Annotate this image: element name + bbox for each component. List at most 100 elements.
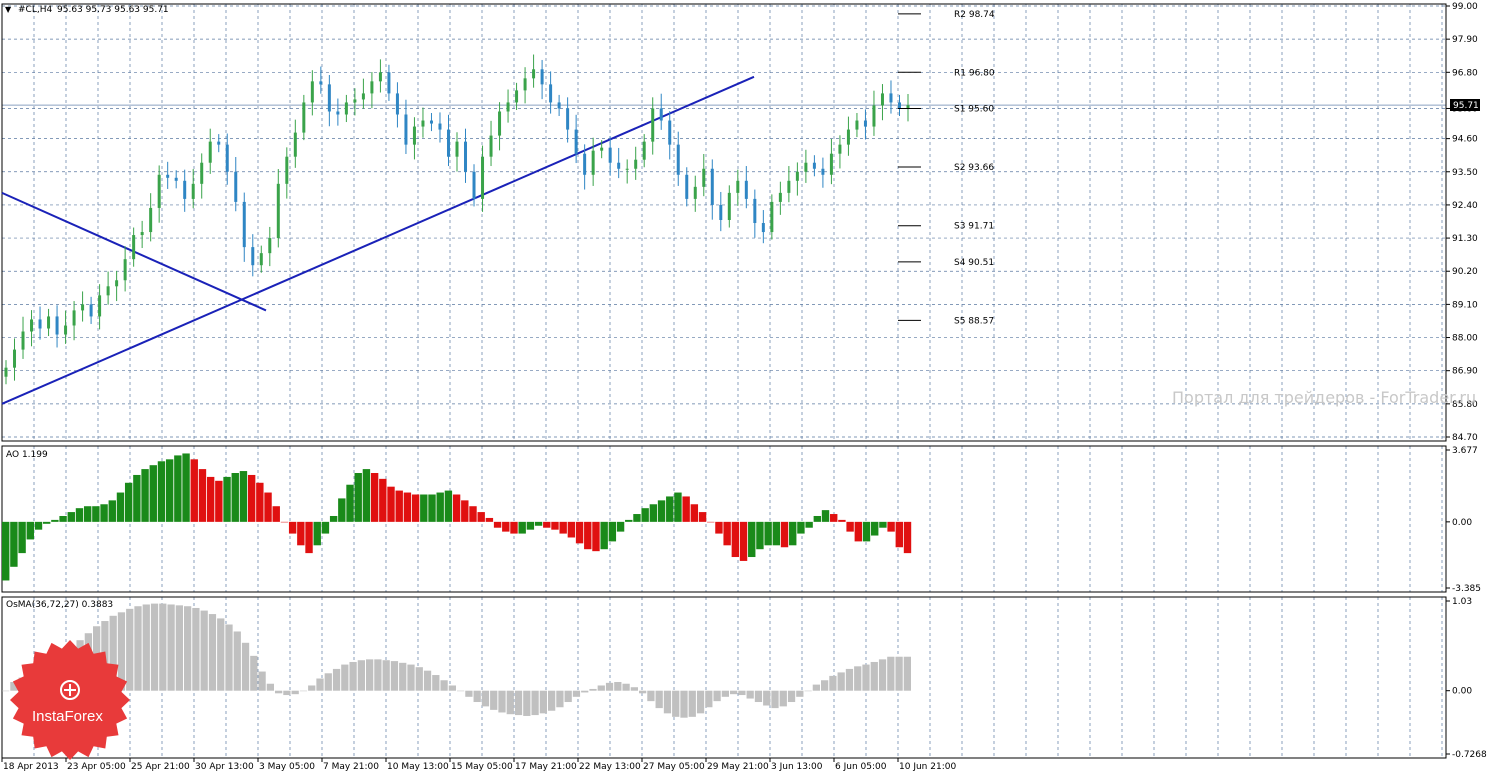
price-tick-label: 99.00: [1452, 2, 1478, 12]
candle-body: [668, 120, 672, 145]
candle-body: [855, 120, 859, 130]
candle-body: [336, 111, 340, 115]
price-tick-label: 94.60: [1452, 135, 1478, 145]
price-tick-label: 93.50: [1452, 168, 1478, 178]
osma-bar: [721, 690, 729, 697]
price-series: [4, 54, 910, 385]
osma-bar: [713, 690, 721, 702]
ohlc-label: 95.63 95.73 95.63 95.71: [57, 5, 169, 15]
osma-bar: [829, 675, 837, 691]
pivot-level-label: R2 98.74: [954, 10, 995, 20]
candle-body: [557, 102, 561, 109]
osma-bar: [200, 610, 208, 691]
candle-body: [378, 72, 382, 82]
price-tick-label: 89.10: [1452, 300, 1478, 310]
candle-body: [863, 120, 867, 127]
ao-bar: [657, 500, 666, 522]
osma-bar: [597, 685, 605, 691]
osma-bar: [208, 614, 217, 691]
ao-tick-label: 0.00: [1452, 518, 1472, 528]
ao-bar: [838, 519, 846, 522]
ao-bar: [420, 494, 428, 522]
candle-body: [821, 168, 825, 175]
ao-bar: [543, 521, 551, 528]
candle-body: [455, 141, 459, 157]
candle-body: [872, 105, 876, 127]
ao-bar: [305, 521, 313, 554]
chart-canvas: R2 98.74 R1 96.80 S1 95.60 S2 93.66 S3 91.71…: [1, 2, 1487, 772]
osma-bar: [696, 690, 705, 714]
ao-bar: [895, 521, 904, 548]
candle-body: [404, 114, 408, 145]
candle-body: [13, 349, 17, 368]
osma-bar: [887, 656, 895, 691]
candle-body: [353, 99, 357, 103]
symbol-dropdown-icon[interactable]: ▼: [5, 5, 12, 14]
osma-bar: [275, 690, 283, 694]
osma-bar: [415, 667, 423, 691]
ao-bar: [206, 476, 215, 522]
osma-bar: [812, 684, 820, 691]
ao-bar: [756, 521, 764, 550]
logo-text: InstaForex: [32, 708, 103, 725]
candle-body: [770, 201, 774, 233]
candle-body: [710, 168, 714, 205]
ao-bar: [256, 482, 264, 522]
candle-body: [166, 174, 170, 178]
osma-bar: [167, 604, 175, 691]
ao-bar: [772, 521, 781, 546]
ao-bar: [649, 504, 658, 522]
ao-bar: [739, 521, 748, 561]
osma-bar: [572, 690, 581, 697]
osma-bar: [2, 690, 10, 692]
osma-bar: [796, 690, 804, 697]
chart-window: R2 98.74 R1 96.80 S1 95.60 S2 93.66 S3 91.71…: [0, 0, 1489, 774]
osma-bar: [730, 690, 738, 695]
time-tick-label: 7 May 21:00: [323, 762, 379, 772]
ao-tick-label: -3.385: [1452, 584, 1481, 594]
osma-bar: [895, 656, 903, 691]
pivot-level-label: S2 93.66: [954, 163, 994, 173]
osma-bar: [374, 659, 382, 691]
trendline: [1, 75, 755, 405]
ao-bar: [477, 512, 485, 522]
time-tick-label: 22 May 13:00: [579, 762, 641, 772]
osma-bar: [481, 690, 490, 707]
ao-bar: [165, 459, 174, 522]
candle-body: [736, 180, 740, 193]
osma-bar: [854, 666, 862, 691]
candle-body: [778, 192, 782, 202]
candle-body: [897, 102, 901, 109]
osma-bar: [341, 664, 349, 691]
osma-bar: [630, 687, 638, 691]
osma-bar: [184, 606, 192, 691]
osma-bar: [746, 690, 754, 699]
candle-body: [30, 319, 34, 332]
ao-bar: [871, 521, 879, 536]
ao-bar: [600, 521, 608, 550]
osma-bar: [233, 631, 241, 691]
ao-bar: [493, 521, 502, 528]
osma-bar: [647, 690, 655, 702]
candle-body: [727, 192, 731, 220]
candle-body: [115, 280, 119, 287]
ao-bar: [379, 478, 387, 522]
ao-bar: [764, 521, 772, 546]
candle-body: [319, 81, 323, 85]
candle-body: [268, 238, 272, 254]
time-axis: 18 Apr 2013 23 Apr 05:00 25 Apr 21:00 30 Ap…: [1, 758, 956, 772]
osma-bar: [357, 660, 365, 691]
ao-bar: [83, 506, 92, 522]
ao-bar: [100, 504, 108, 522]
candle-body: [217, 141, 221, 145]
ao-bar: [198, 469, 207, 522]
osma-bar: [175, 605, 183, 691]
candle-body: [123, 259, 127, 281]
ao-bar: [34, 521, 43, 530]
time-tick-label: 17 May 21:00: [515, 762, 577, 772]
candle-body: [276, 183, 280, 239]
ao-bar: [862, 521, 871, 542]
osma-bar: [639, 690, 647, 694]
symbol-label: #CL,H4: [18, 5, 52, 15]
osma-bar: [192, 607, 200, 691]
